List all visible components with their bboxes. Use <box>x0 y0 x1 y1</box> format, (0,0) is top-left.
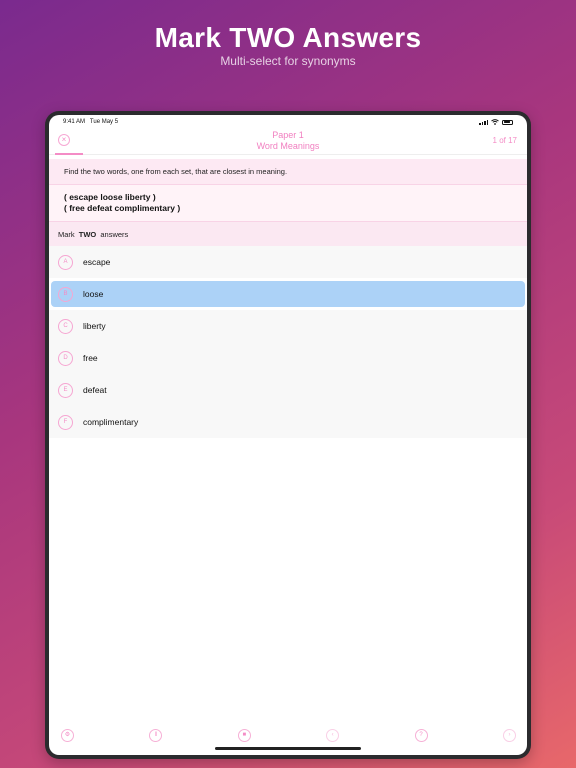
word-set-1: ( escape loose liberty ) <box>64 192 156 202</box>
promo-title: Mark TWO Answers <box>154 22 422 53</box>
option-letter: A <box>58 254 73 270</box>
previous-button[interactable]: ‹ <box>326 728 340 742</box>
option-f[interactable]: F complimentary <box>49 406 527 438</box>
option-letter: B <box>58 286 73 302</box>
option-text: defeat <box>83 385 107 395</box>
option-d[interactable]: D free <box>49 342 527 374</box>
question-counter: 1 of 17 <box>492 136 517 145</box>
app-screen: 9:41 AM Tue May 5 × Paper 1 Word Meaning… <box>49 115 527 755</box>
tablet-frame: 9:41 AM Tue May 5 × Paper 1 Word Meaning… <box>45 111 531 759</box>
settings-button[interactable]: ⚙ <box>61 728 74 742</box>
wifi-icon <box>491 119 499 125</box>
bookmark-icon: ■ <box>242 731 247 738</box>
progress-underline <box>55 153 83 155</box>
battery-icon <box>502 119 513 125</box>
mark-prefix: Mark <box>58 230 75 239</box>
chevron-left-icon: ‹ <box>331 731 334 738</box>
nav-title: Paper 1 Word Meanings <box>49 130 527 152</box>
option-a[interactable]: A escape <box>49 246 527 278</box>
help-icon: ? <box>419 731 423 738</box>
mark-suffix: answers <box>100 230 129 239</box>
word-set-2: ( free defeat complimentary ) <box>64 203 181 213</box>
option-text: liberty <box>83 321 106 331</box>
question-instructions: Find the two words, one from each set, t… <box>49 159 527 185</box>
status-left: 9:41 AM Tue May 5 <box>63 119 118 125</box>
help-button[interactable]: ? <box>414 728 428 742</box>
option-b[interactable]: B loose <box>51 281 525 307</box>
question-sets: ( escape loose liberty ) ( free defeat c… <box>49 185 527 222</box>
option-letter: F <box>58 414 73 430</box>
chevron-right-icon: › <box>508 731 511 738</box>
option-c[interactable]: C liberty <box>49 310 527 342</box>
option-text: free <box>83 353 98 363</box>
option-text: complimentary <box>83 417 139 427</box>
mark-count: TWO <box>78 230 97 239</box>
signal-icon <box>479 119 488 125</box>
gear-icon: ⚙ <box>64 731 71 738</box>
bottom-toolbar: ⚙ ‖ ■ ‹ ? › <box>49 725 527 745</box>
status-bar: 9:41 AM Tue May 5 <box>49 115 527 129</box>
option-letter: E <box>58 382 73 398</box>
option-text: escape <box>83 257 111 267</box>
pause-button[interactable]: ‖ <box>149 728 163 742</box>
promo-subtitle: Multi-select for synonyms <box>220 54 356 68</box>
status-right <box>479 119 513 125</box>
option-text: loose <box>83 289 104 299</box>
nav-bar: × Paper 1 Word Meanings 1 of 17 <box>49 129 527 155</box>
status-date: Tue May 5 <box>89 119 119 125</box>
next-button[interactable]: › <box>502 728 516 742</box>
mark-instruction: Mark TWO answers <box>49 222 527 246</box>
pause-icon: ‖ <box>154 731 158 738</box>
status-time: 9:41 AM <box>63 119 86 125</box>
option-e[interactable]: E defeat <box>49 374 527 406</box>
answer-options: A escape B loose C liberty D free E defe… <box>49 246 527 438</box>
bookmark-button[interactable]: ■ <box>237 728 251 742</box>
option-letter: D <box>58 350 73 366</box>
option-letter: C <box>58 318 73 334</box>
section-title: Word Meanings <box>256 141 320 151</box>
home-indicator <box>215 747 361 750</box>
paper-title: Paper 1 <box>272 130 304 140</box>
